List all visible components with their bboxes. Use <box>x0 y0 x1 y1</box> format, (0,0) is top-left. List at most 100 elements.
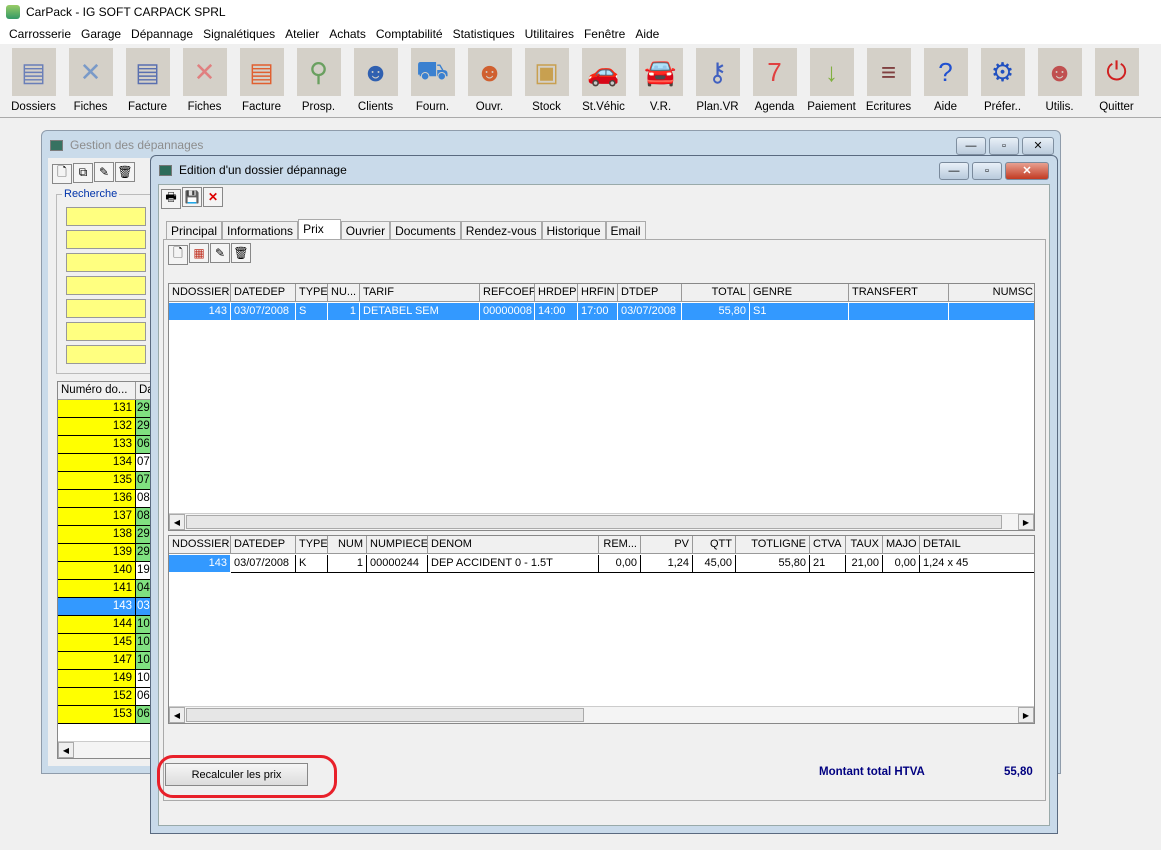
toolbar-ecritures-button[interactable]: ≡ Ecritures <box>860 44 917 117</box>
list-row[interactable]: 144 10 <box>58 616 150 634</box>
toolbar-quitter-button[interactable]: ⏻ Quitter <box>1088 44 1145 117</box>
list-row[interactable]: 136 08 <box>58 490 150 508</box>
column-header[interactable]: TARIF <box>360 284 480 302</box>
search-field[interactable] <box>66 322 146 341</box>
menu-garage[interactable]: Garage <box>76 27 126 41</box>
copy-icon[interactable]: ⧉ <box>73 162 93 183</box>
search-field[interactable] <box>66 207 146 226</box>
toolbar-vr-button[interactable]: 🚘 V.R. <box>632 44 689 117</box>
menu-aide[interactable]: Aide <box>630 27 664 41</box>
column-header[interactable]: MAJO <box>883 536 920 554</box>
toolbar-ouvr-button[interactable]: ☻ Ouvr. <box>461 44 518 117</box>
scroll-thumb[interactable] <box>186 708 584 722</box>
toolbar-agenda-button[interactable]: 7 Agenda <box>746 44 803 117</box>
column-header[interactable]: Numéro do... <box>58 382 136 400</box>
scroll-left-button[interactable]: ◀ <box>169 707 185 723</box>
maximize-button[interactable]: ▫ <box>989 137 1019 155</box>
tab-prix[interactable]: Prix <box>298 219 341 239</box>
column-header[interactable]: NUMSC <box>949 284 1034 302</box>
search-field[interactable] <box>66 230 146 249</box>
scroll-right-button[interactable]: ▶ <box>1018 514 1034 530</box>
column-header[interactable]: GENRE <box>750 284 849 302</box>
menu-carrosserie[interactable]: Carrosserie <box>4 27 76 41</box>
delete-trash-icon[interactable]: 🗑 <box>115 162 135 182</box>
toolbar-stvéhic-button[interactable]: 🚗 St.Véhic <box>575 44 632 117</box>
list-row[interactable]: 137 08 <box>58 508 150 526</box>
list-row[interactable]: 139 29 <box>58 544 150 562</box>
toolbar-clients-button[interactable]: ☻ Clients <box>347 44 404 117</box>
column-header[interactable]: REFCOEF <box>480 284 535 302</box>
scroll-left-button[interactable]: ◀ <box>169 514 185 530</box>
column-header[interactable]: DTDEP <box>618 284 682 302</box>
toolbar-facture-button[interactable]: ▤ Facture <box>119 44 176 117</box>
toolbar-aide-button[interactable]: ? Aide <box>917 44 974 117</box>
minimize-button[interactable]: — <box>956 137 986 155</box>
column-header[interactable]: TOTAL <box>682 284 750 302</box>
horizontal-scrollbar[interactable]: ◀ <box>58 741 150 758</box>
toolbar-utilis-button[interactable]: ☻ Utilis. <box>1031 44 1088 117</box>
toolbar-stock-button[interactable]: ▣ Stock <box>518 44 575 117</box>
horizontal-scrollbar[interactable]: ◀ ▶ <box>169 706 1034 723</box>
list-row[interactable]: 133 06 <box>58 436 150 454</box>
close-button[interactable]: ✕ <box>1005 162 1049 180</box>
tab-ouvrier[interactable]: Ouvrier <box>340 221 391 239</box>
menu-atelier[interactable]: Atelier <box>280 27 324 41</box>
column-header[interactable]: HRFIN <box>578 284 618 302</box>
tab-principal[interactable]: Principal <box>166 221 223 239</box>
print-icon[interactable]: 🖶 <box>161 188 181 209</box>
scroll-thumb[interactable] <box>186 515 1002 529</box>
search-field[interactable] <box>66 345 146 364</box>
tab-email[interactable]: Email <box>605 221 646 239</box>
list-row[interactable]: 141 04 <box>58 580 150 598</box>
close-button[interactable]: ✕ <box>1022 137 1054 155</box>
toolbar-fourn-button[interactable]: ⛟ Fourn. <box>404 44 461 117</box>
edit-pencil-icon[interactable]: ✎ <box>210 243 230 263</box>
list-row[interactable]: 138 29 <box>58 526 150 544</box>
grid-row[interactable]: 143 03/07/2008 S 1 DETABEL SEM 00000008 14:00 1… <box>169 303 1034 321</box>
menu-achats[interactable]: Achats <box>324 27 371 41</box>
list-row[interactable]: 152 06 <box>58 688 150 706</box>
list-row[interactable]: 140 19 <box>58 562 150 580</box>
toolbar-fiches-button[interactable]: ✕ Fiches <box>62 44 119 117</box>
toolbar-préfer-button[interactable]: ⚙ Préfer.. <box>974 44 1031 117</box>
column-header[interactable]: DETAIL <box>920 536 1034 554</box>
delete-trash-icon[interactable]: 🗑 <box>231 243 251 263</box>
search-field[interactable] <box>66 299 146 318</box>
search-field[interactable] <box>66 276 146 295</box>
column-header[interactable]: NUM <box>328 536 367 554</box>
list-row[interactable]: 147 10 <box>58 652 150 670</box>
column-header[interactable]: TAUX <box>846 536 883 554</box>
horizontal-scrollbar[interactable]: ◀ ▶ <box>169 513 1034 530</box>
column-header[interactable]: PV <box>641 536 693 554</box>
toolbar-facture-button[interactable]: ▤ Facture <box>233 44 290 117</box>
list-row[interactable]: 143 03 <box>58 598 150 616</box>
column-header[interactable]: QTT <box>693 536 736 554</box>
toolbar-fiches-button[interactable]: ✕ Fiches <box>176 44 233 117</box>
list-row[interactable]: 135 07 <box>58 472 150 490</box>
search-field[interactable] <box>66 253 146 272</box>
save-icon[interactable]: 💾 <box>182 187 202 207</box>
column-header[interactable]: CTVA <box>810 536 846 554</box>
list-row[interactable]: 131 29 <box>58 400 150 418</box>
column-header[interactable]: DATEDEP <box>231 284 296 302</box>
toolbar-paiement-button[interactable]: ↓ Paiement <box>803 44 860 117</box>
toolbar-planvr-button[interactable]: ⚷ Plan.VR <box>689 44 746 117</box>
list-row[interactable]: 134 07 <box>58 454 150 472</box>
menu-statistiques[interactable]: Statistiques <box>448 27 520 41</box>
menu-signalétiques[interactable]: Signalétiques <box>198 27 280 41</box>
grid-row[interactable]: 143 03/07/2008 K 1 00000244 DEP ACCIDENT 0 - … <box>169 555 1034 573</box>
menu-comptabilité[interactable]: Comptabilité <box>371 27 448 41</box>
new-icon[interactable]: 🗋 <box>52 163 72 184</box>
recalculer-prix-button[interactable]: Recalculer les prix <box>165 763 308 786</box>
column-header[interactable]: DATEDEP <box>231 536 296 554</box>
column-header[interactable]: Da <box>136 382 150 400</box>
column-header[interactable]: DENOM <box>428 536 599 554</box>
menu-dépannage[interactable]: Dépannage <box>126 27 198 41</box>
column-header[interactable]: NDOSSIER <box>169 284 231 302</box>
toolbar-dossiers-button[interactable]: ▤ Dossiers <box>5 44 62 117</box>
tab-historique[interactable]: Historique <box>541 221 606 239</box>
column-header[interactable]: HRDEP <box>535 284 578 302</box>
column-header[interactable]: TYPE <box>296 284 328 302</box>
menu-utilitaires[interactable]: Utilitaires <box>520 27 579 41</box>
column-header[interactable]: NUMPIECE <box>367 536 428 554</box>
